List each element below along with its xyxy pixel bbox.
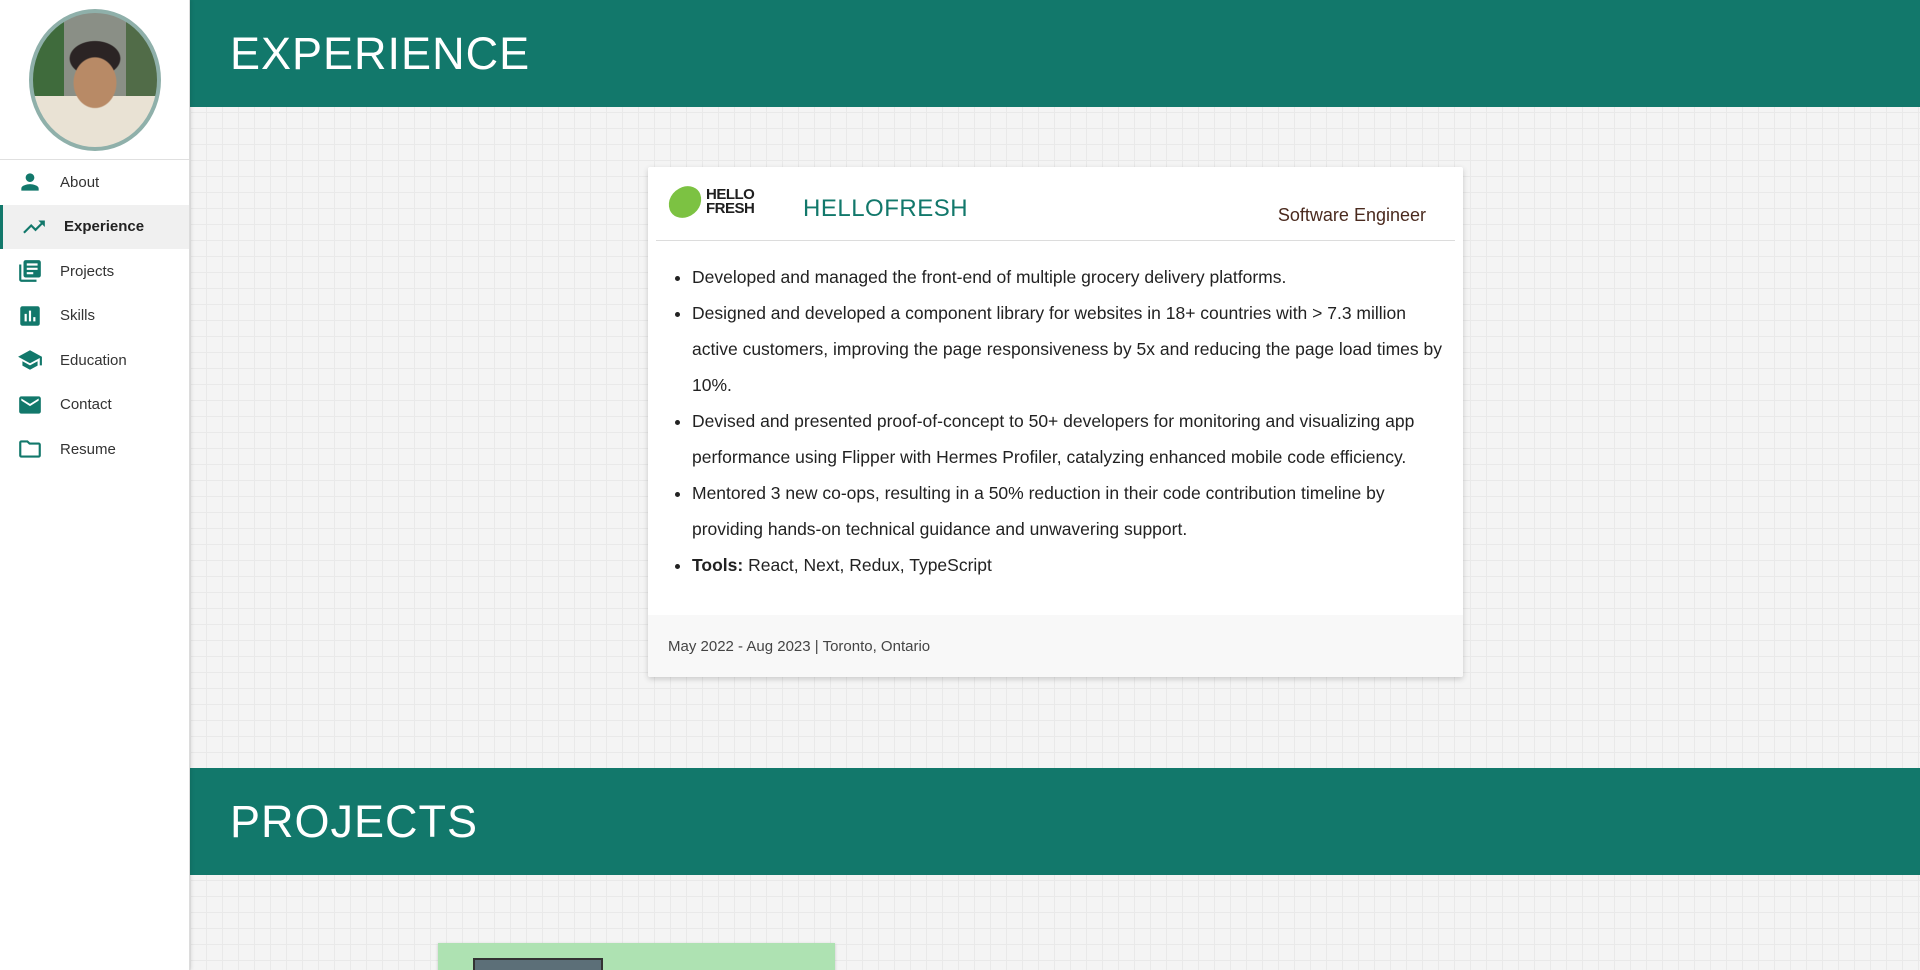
- sidebar-item-label: Projects: [60, 262, 115, 280]
- sidebar-item-label: Experience: [64, 218, 145, 236]
- main-content[interactable]: EXPERIENCE HELLO FRESH HELLOFRESH Softwa…: [190, 0, 1920, 970]
- sidebar: About Experience Projects Skills Educati…: [0, 0, 190, 970]
- library-books-icon: [17, 258, 43, 284]
- card-footer: May 2022 - Aug 2023 | Toronto, Ontario: [648, 615, 1463, 677]
- bar-chart-icon: [17, 303, 43, 329]
- trending-up-icon: [21, 214, 47, 240]
- sidebar-item-label: Skills: [60, 307, 96, 325]
- tools-value: React, Next, Redux, TypeScript: [748, 555, 992, 575]
- list-item: Designed and developed a component libra…: [692, 295, 1445, 403]
- card-body: Developed and managed the front-end of m…: [648, 241, 1463, 583]
- job-role: Software Engineer: [1277, 205, 1426, 225]
- sidebar-item-contact[interactable]: Contact: [0, 383, 189, 428]
- card-header: HELLO FRESH HELLOFRESH Software Engineer: [656, 167, 1455, 241]
- experience-card: HELLO FRESH HELLOFRESH Software Engineer…: [648, 167, 1463, 677]
- company-name: HELLOFRESH: [803, 195, 969, 222]
- hellofresh-logo: HELLO FRESH: [663, 182, 755, 222]
- logo-line-2: FRESH: [706, 200, 755, 217]
- responsibility-list: Developed and managed the front-end of m…: [668, 259, 1445, 583]
- list-item: Developed and managed the front-end of m…: [692, 259, 1445, 295]
- sidebar-item-label: Education: [60, 351, 127, 369]
- sidebar-item-projects[interactable]: Projects: [0, 249, 189, 294]
- mail-icon: [17, 392, 43, 418]
- list-item: Devised and presented proof-of-concept t…: [692, 403, 1445, 475]
- person-icon: [17, 169, 43, 195]
- tools-label: Tools:: [692, 555, 744, 575]
- sidebar-item-label: Contact: [60, 396, 112, 414]
- sidebar-item-resume[interactable]: Resume: [0, 427, 189, 472]
- sidebar-item-about[interactable]: About: [0, 160, 189, 205]
- folder-icon: [17, 436, 43, 462]
- experience-section-header: EXPERIENCE: [190, 0, 1920, 107]
- sidebar-item-label: About: [60, 173, 100, 191]
- school-icon: [17, 347, 43, 373]
- project-card-thumbnail[interactable]: [438, 943, 835, 970]
- sidebar-item-education[interactable]: Education: [0, 338, 189, 383]
- avatar-container: [0, 0, 189, 160]
- avatar: [28, 8, 161, 151]
- sidebar-item-label: Resume: [60, 440, 116, 458]
- sidebar-item-experience[interactable]: Experience: [0, 204, 189, 249]
- project-screenshot: [473, 958, 603, 970]
- leaf-icon: [663, 182, 707, 222]
- projects-title: PROJECTS: [230, 795, 479, 847]
- projects-section-header: PROJECTS: [190, 768, 1920, 875]
- sidebar-item-skills[interactable]: Skills: [0, 294, 189, 339]
- experience-title: EXPERIENCE: [230, 27, 531, 79]
- list-item: Mentored 3 new co-ops, resulting in a 50…: [692, 475, 1445, 547]
- sidebar-nav: About Experience Projects Skills Educati…: [0, 160, 189, 472]
- tools-item: Tools: React, Next, Redux, TypeScript: [692, 547, 1445, 583]
